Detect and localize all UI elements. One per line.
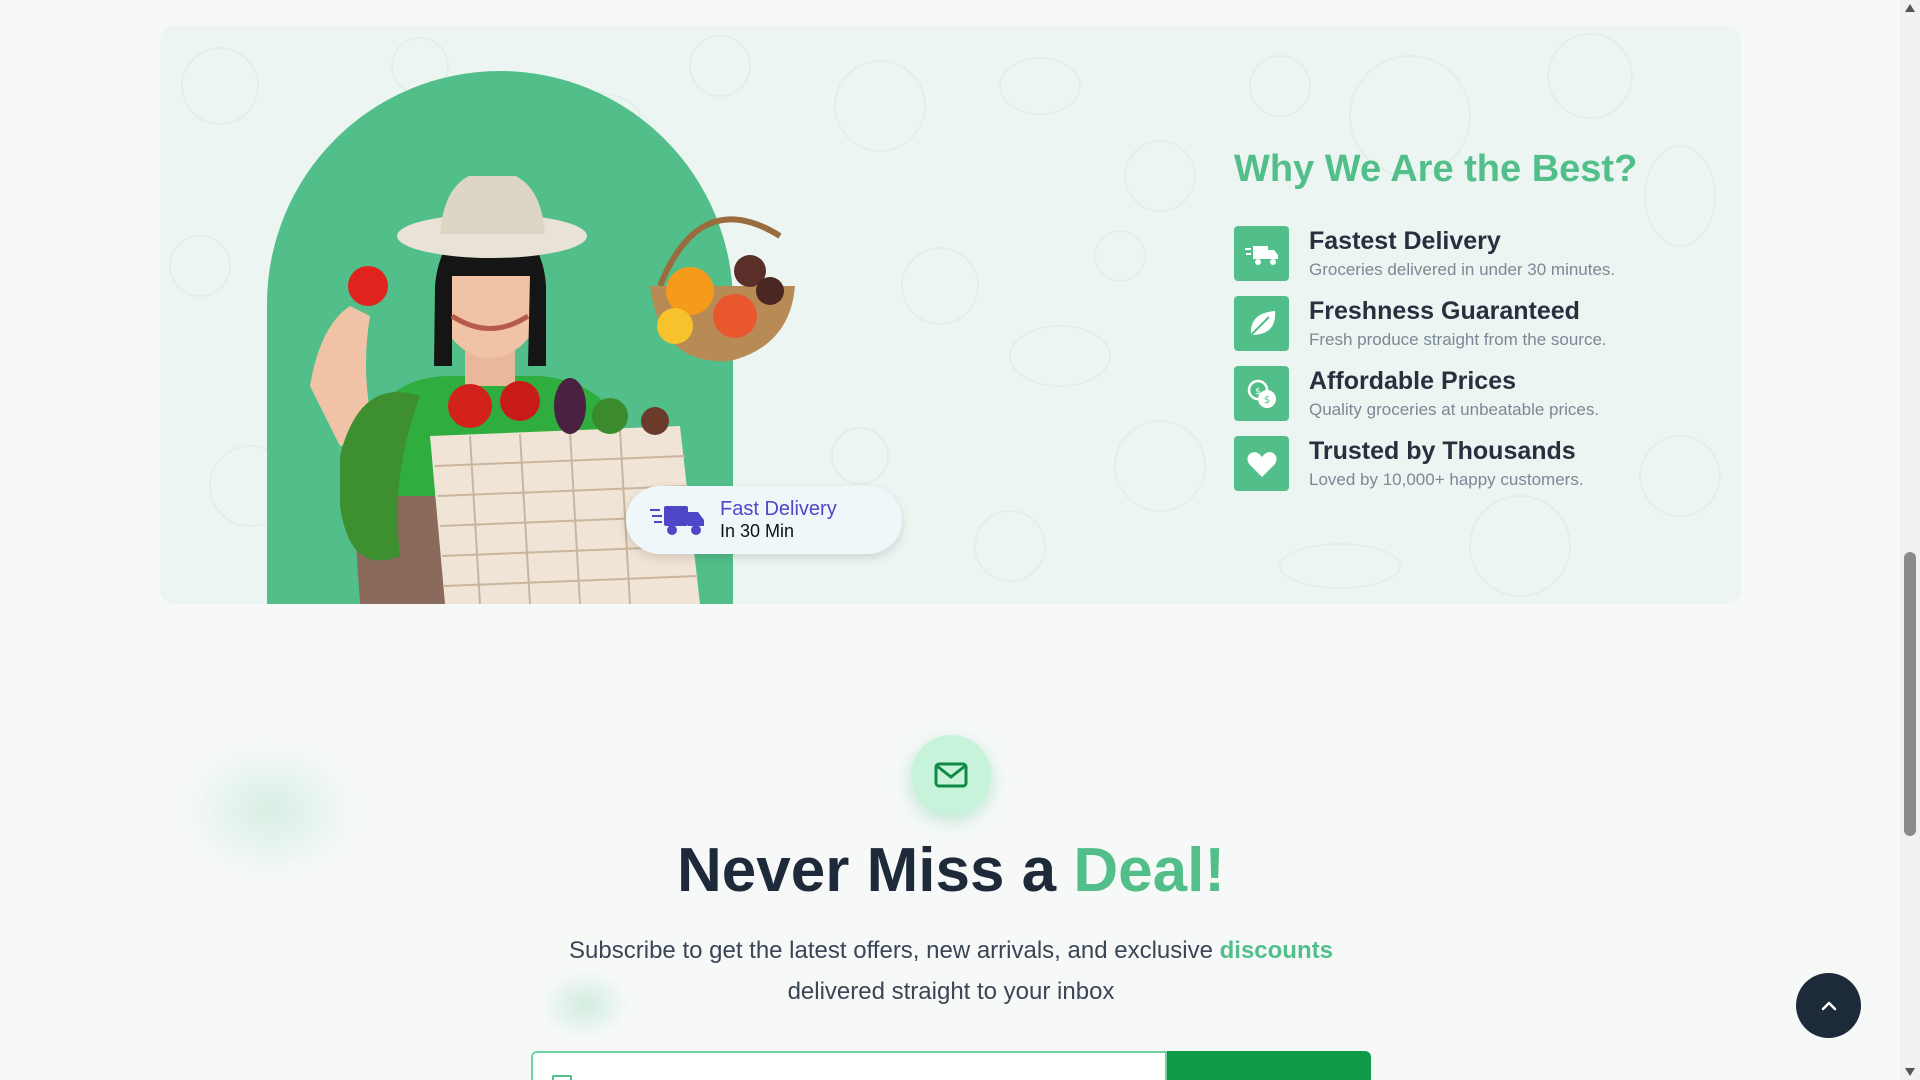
feature-desc: Quality groceries at unbeatable prices.: [1309, 400, 1600, 419]
email-field-icon: [552, 1075, 572, 1080]
newsletter-subtitle: Subscribe to get the latest offers, new …: [0, 930, 1902, 1012]
subtitle-text: Subscribe to get the latest offers, new …: [569, 937, 1220, 964]
subtitle-accent: discounts: [1219, 937, 1333, 964]
fruit-basket-image: [650, 216, 795, 362]
fast-delivery-badge: Fast Delivery In 30 Min: [626, 486, 902, 554]
subtitle-text-2: delivered straight to your inbox: [787, 978, 1115, 1005]
scroll-to-top-button[interactable]: [1796, 973, 1861, 1038]
newsletter-title-main: Never Miss a: [677, 836, 1074, 905]
newsletter-section: Never Miss a Deal! Subscribe to get the …: [0, 640, 1900, 1080]
why-section-title: Why We Are the Best?: [1234, 148, 1638, 190]
feature-desc: Fresh produce straight from the source.: [1309, 330, 1607, 349]
newsletter-title-accent: Deal!: [1073, 836, 1225, 905]
heart-icon: [1234, 436, 1289, 491]
email-input[interactable]: [531, 1051, 1167, 1080]
mail-icon: [911, 735, 991, 815]
leaf-icon: [1234, 296, 1289, 351]
coins-icon: $ $: [1234, 366, 1289, 421]
subscribe-button[interactable]: [1167, 1051, 1371, 1080]
features-list: Fastest Delivery Groceries delivered in …: [1234, 226, 1694, 506]
truck-icon: [1234, 226, 1289, 281]
feature-item: Freshness Guaranteed Fresh produce strai…: [1234, 296, 1694, 366]
scroll-down-arrow-icon[interactable]: [1905, 1068, 1915, 1076]
newsletter-title: Never Miss a Deal!: [0, 835, 1902, 906]
svg-text:$: $: [1255, 387, 1261, 397]
badge-title: Fast Delivery: [720, 498, 837, 520]
svg-text:$: $: [1263, 395, 1269, 406]
feature-name: Freshness Guaranteed: [1309, 297, 1580, 325]
delivery-truck-icon: [650, 506, 704, 535]
feature-item: Trusted by Thousands Loved by 10,000+ ha…: [1234, 436, 1694, 506]
feature-name: Trusted by Thousands: [1309, 437, 1576, 465]
chevron-up-icon: [1821, 1001, 1836, 1010]
page-scrollbar[interactable]: [1900, 0, 1920, 1080]
feature-item: $ $ Affordable Prices Quality groceries a…: [1234, 366, 1694, 436]
feature-name: Fastest Delivery: [1309, 227, 1501, 255]
why-best-section: Fast Delivery In 30 Min Why We Are the B…: [160, 26, 1741, 604]
feature-name: Affordable Prices: [1309, 367, 1517, 395]
scroll-up-arrow-icon[interactable]: [1905, 4, 1915, 12]
feature-desc: Loved by 10,000+ happy customers.: [1309, 470, 1584, 489]
scrollbar-thumb[interactable]: [1904, 552, 1916, 836]
feature-desc: Groceries delivered in under 30 minutes.: [1309, 260, 1616, 279]
feature-item: Fastest Delivery Groceries delivered in …: [1234, 226, 1694, 296]
badge-subtitle: In 30 Min: [720, 521, 795, 541]
